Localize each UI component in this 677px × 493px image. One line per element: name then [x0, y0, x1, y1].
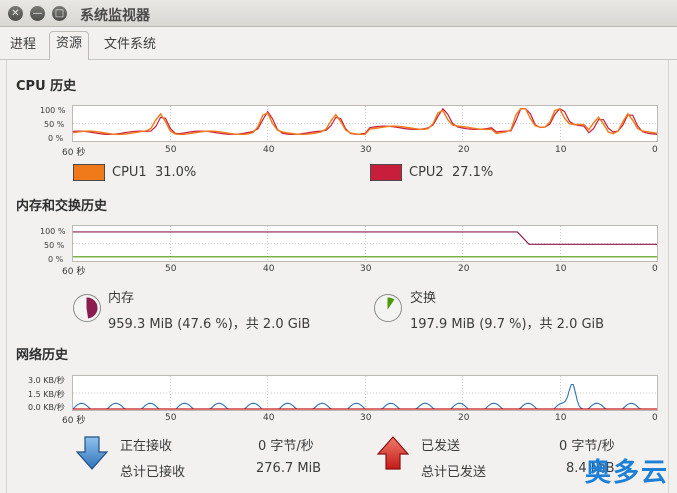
cpu-x-tick: 0 [652, 145, 658, 155]
total-received-value: 276.7 MiB [256, 461, 322, 476]
net-x-tick: 10 [555, 413, 567, 423]
net-x-tick: 20 [458, 413, 470, 423]
cpu-y-tick: 0 % [48, 134, 64, 143]
cpu-x-tick: 20 [458, 145, 470, 155]
memory-label: 内存 [108, 291, 135, 306]
network-history-title: 网络历史 [16, 348, 69, 363]
tab-processes[interactable]: 进程 [4, 33, 42, 59]
memory-history-graph [72, 225, 658, 262]
tab-resources[interactable]: 资源 [49, 31, 90, 60]
cpu-history-graph [72, 105, 658, 142]
net-x-tick: 30 [360, 413, 372, 423]
mem-x-tick: 30 [360, 264, 372, 274]
mem-x-tick: 20 [458, 264, 470, 274]
cpu1-label: CPU1 31.0% [112, 165, 197, 180]
swap-value: 197.9 MiB (9.7 %)，共 2.0 GiB [410, 317, 605, 332]
cpu1-value: 31.0% [154, 165, 197, 180]
cpu2-label: CPU2 27.1% [409, 165, 494, 180]
net-x-tick: 40 [263, 413, 275, 423]
close-button[interactable]: ✕ [8, 6, 23, 21]
maximize-button[interactable]: □ [52, 6, 67, 21]
watermark-logo: 奥多云 [584, 458, 669, 488]
memory-history-title: 内存和交换历史 [16, 199, 108, 214]
mem-y-tick: 50 % [44, 241, 65, 250]
net-x-tick: 60 秒 [62, 416, 86, 426]
net-y-tick: 1.5 KB/秒 [28, 390, 65, 399]
receiving-arrow-icon[interactable] [76, 436, 108, 470]
cpu-history-title: CPU 历史 [16, 79, 77, 94]
receiving-label: 正在接收 [120, 439, 173, 454]
net-x-tick: 50 [165, 413, 177, 423]
mem-y-tick: 0 % [48, 255, 64, 264]
cpu-y-tick: 50 % [44, 120, 65, 129]
cpu2-color-swatch[interactable] [370, 164, 402, 181]
mem-x-tick: 60 秒 [62, 267, 86, 277]
total-received-label: 总计已接收 [120, 465, 186, 480]
cpu1-color-swatch[interactable] [73, 164, 105, 181]
memory-value: 959.3 MiB (47.6 %)，共 2.0 GiB [108, 317, 311, 332]
tab-file-systems[interactable]: 文件系统 [98, 33, 162, 59]
title-bar: ✕ — □ 系统监视器 [0, 0, 677, 27]
cpu-x-tick: 30 [360, 145, 372, 155]
receiving-rate: 0 字节/秒 [258, 439, 314, 454]
sending-label: 已发送 [421, 439, 461, 454]
mem-x-tick: 0 [652, 264, 658, 274]
net-y-tick: 0.0 KB/秒 [28, 403, 65, 412]
swap-label: 交换 [410, 291, 437, 306]
window-title: 系统监视器 [80, 8, 150, 24]
net-x-tick: 0 [652, 413, 658, 423]
swap-pie-icon[interactable] [373, 293, 403, 323]
mem-x-tick: 40 [263, 264, 275, 274]
cpu-x-tick: 50 [165, 145, 177, 155]
network-history-graph [72, 375, 658, 411]
total-sent-label: 总计已发送 [421, 465, 487, 480]
cpu-y-tick: 100 % [40, 106, 66, 115]
sending-arrow-icon[interactable] [377, 436, 409, 470]
cpu-x-tick: 10 [555, 145, 567, 155]
mem-x-tick: 50 [165, 264, 177, 274]
mem-y-tick: 100 % [40, 227, 66, 236]
cpu-x-tick: 40 [263, 145, 275, 155]
memory-pie-icon[interactable] [72, 293, 102, 323]
cpu-x-tick: 60 秒 [62, 148, 86, 158]
cpu2-value: 27.1% [451, 165, 494, 180]
tab-bar: 进程 资源 文件系统 [0, 28, 677, 60]
minimize-button[interactable]: — [30, 6, 45, 21]
net-y-tick: 3.0 KB/秒 [28, 376, 65, 385]
mem-x-tick: 10 [555, 264, 567, 274]
